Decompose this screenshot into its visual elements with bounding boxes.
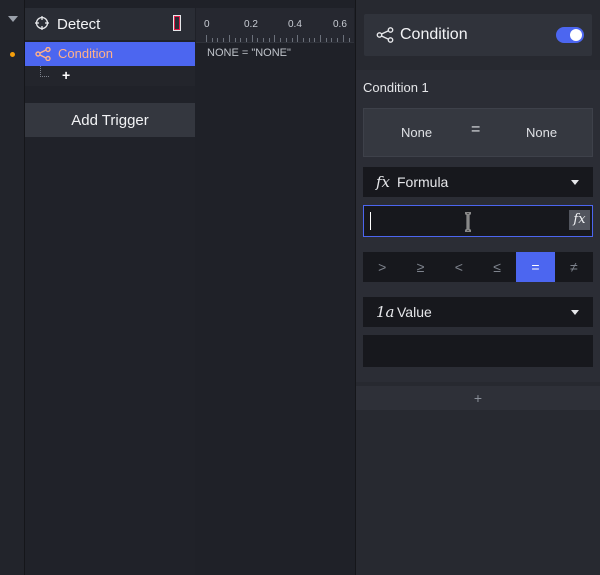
ruler-tick	[217, 38, 219, 42]
add-sub-condition-row: +	[25, 66, 195, 86]
fx-button[interactable]: fx	[569, 210, 590, 230]
ruler-tick	[280, 38, 282, 42]
flag-icon[interactable]	[173, 15, 181, 31]
chevron-down-icon	[571, 310, 579, 315]
detect-row[interactable]: Detect	[25, 8, 195, 40]
summary-lhs: None	[401, 125, 433, 140]
ruler-tick	[245, 38, 247, 42]
status-dot	[10, 52, 15, 57]
fx-icon: fx	[376, 173, 391, 191]
ruler-tick	[234, 38, 236, 42]
add-condition-button[interactable]: +	[356, 386, 600, 410]
tick-label: 0.6	[333, 19, 347, 30]
formula-input[interactable]: fx	[363, 205, 593, 237]
condition-expression: NONE = "NONE"	[207, 47, 291, 59]
operator-gte[interactable]: ≥	[401, 252, 439, 282]
ruler-tick	[297, 35, 299, 42]
ruler-tick	[325, 38, 327, 42]
timeline-ruler[interactable]: 0 0.2 0.4 0.6	[196, 8, 354, 43]
ruler-tick	[268, 38, 270, 42]
operator-lt[interactable]: <	[440, 252, 478, 282]
ruler-tick	[206, 35, 207, 42]
condition-title: Condition 1	[363, 80, 429, 95]
condition-label: Condition	[58, 46, 113, 61]
value-input[interactable]	[363, 335, 593, 367]
condition-summary[interactable]: None = None	[363, 108, 593, 157]
ruler-tick	[348, 38, 350, 42]
operator-selector: > ≥ < ≤ = ≠	[363, 252, 593, 282]
ruler-tick	[291, 38, 293, 42]
summary-rhs: None	[526, 125, 558, 140]
ruler-tick	[263, 38, 264, 42]
ruler-tick	[240, 38, 242, 42]
ruler-tick	[337, 38, 339, 42]
timeline	[196, 8, 354, 575]
tree-elbow	[40, 66, 49, 77]
text-caret	[370, 212, 371, 230]
tick-label: 0.4	[288, 19, 302, 30]
ruler-tick	[314, 38, 316, 42]
ruler-tick	[211, 38, 213, 42]
ruler-tick	[331, 38, 333, 42]
ruler-tick	[285, 38, 287, 42]
toggle-knob	[570, 29, 582, 41]
formula-type-select[interactable]: fx Formula	[363, 167, 593, 197]
ruler-tick	[342, 35, 344, 42]
left-gutter	[0, 0, 25, 575]
operator-gt[interactable]: >	[363, 252, 401, 282]
collapse-triangle-icon[interactable]	[8, 16, 18, 22]
chevron-down-icon	[571, 180, 579, 185]
trigger-panel	[25, 8, 195, 575]
summary-operator: =	[471, 121, 481, 138]
formula-type-value: Formula	[397, 174, 449, 190]
ruler-tick	[251, 35, 253, 42]
add-trigger-button[interactable]: Add Trigger	[25, 103, 195, 137]
condition-row[interactable]: Condition	[25, 42, 195, 66]
operator-lte[interactable]: ≤	[478, 252, 516, 282]
value-type-value: Value	[397, 304, 432, 320]
branch-icon	[376, 27, 394, 43]
ibeam-cursor-icon	[465, 212, 471, 232]
ruler-tick	[274, 35, 276, 42]
detect-label: Detect	[57, 16, 101, 33]
tick-label: 0	[204, 19, 210, 30]
properties-header: Condition	[364, 14, 592, 56]
crosshair-icon	[35, 16, 49, 30]
ruler-tick	[223, 38, 225, 42]
tick-label: 0.2	[244, 19, 258, 30]
operator-neq[interactable]: ≠	[555, 252, 593, 282]
ruler-tick	[257, 38, 259, 42]
ruler-tick	[228, 35, 230, 42]
value-type-select[interactable]: 1a Value	[363, 297, 593, 327]
ruler-tick	[320, 35, 321, 42]
value-type-icon: 1a	[376, 303, 395, 321]
properties-title: Condition	[400, 26, 468, 43]
operator-eq[interactable]: =	[516, 252, 555, 282]
add-sub-condition-button[interactable]: +	[62, 67, 70, 83]
enable-toggle[interactable]	[556, 27, 584, 43]
ruler-tick	[302, 38, 304, 42]
branch-icon	[35, 47, 51, 61]
ruler-tick	[308, 38, 310, 42]
